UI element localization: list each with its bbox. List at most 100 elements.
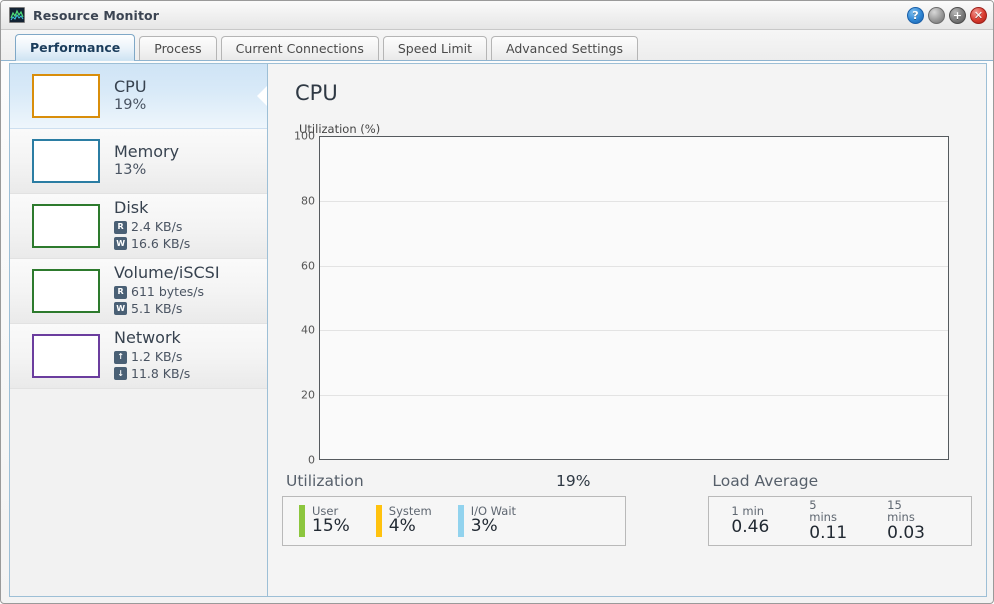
sidebar-item-cpu[interactable]: CPU 19% <box>10 64 267 129</box>
metric-row: R 611 bytes/s <box>114 284 220 300</box>
download-arrow-badge: ↓ <box>114 367 127 381</box>
sidebar-item-text: Volume/iSCSI R 611 bytes/s W 5.1 KB/s <box>114 265 220 316</box>
utilization-item-value: 4% <box>388 516 416 537</box>
cpu-utilization-chart: 100 80 60 40 20 0 <box>291 130 949 467</box>
load-item-1min: 1 min 0.46 <box>731 505 769 537</box>
sidebar-item-label: Network <box>114 328 181 348</box>
tab-label: Advanced Settings <box>506 41 623 56</box>
utilization-item-user: User 15% <box>299 505 350 537</box>
resource-sidebar: CPU 19% Memory 13% Disk R 2.4 KB/s W 16.… <box>9 63 267 597</box>
sidebar-item-text: Network ↑ 1.2 KB/s ↓ 11.8 KB/s <box>114 330 190 381</box>
sidebar-item-label: Volume/iSCSI <box>114 263 220 283</box>
load-average-box: 1 min 0.46 5 mins 0.11 15 mins 0.03 <box>708 496 972 546</box>
tab-label: Speed Limit <box>397 41 472 56</box>
page-title: CPU <box>295 81 338 105</box>
y-tick-label: 60 <box>301 259 315 273</box>
io-wait-color-swatch <box>457 505 464 537</box>
utilization-item-system: System 4% <box>375 505 432 537</box>
load-item-label: 1 min <box>731 504 765 519</box>
tab-current-connections[interactable]: Current Connections <box>220 36 379 60</box>
tab-label: Performance <box>30 40 121 55</box>
utilization-item-text: I/O Wait 3% <box>471 505 516 537</box>
utilization-section: Utilization 19% User 15% System 4% I/O W… <box>282 472 627 546</box>
utilization-item-text: User 15% <box>312 505 350 537</box>
utilization-item-text: System 4% <box>389 505 432 537</box>
load-average-header: Load Average <box>708 472 972 496</box>
user-color-swatch <box>299 505 305 537</box>
stats-row: Utilization 19% User 15% System 4% I/O W… <box>282 472 972 546</box>
chart-plot-area <box>319 136 949 460</box>
network-thumbnail-chart <box>32 334 100 378</box>
metric-row: W 16.6 KB/s <box>114 236 190 252</box>
tab-label: Process <box>154 41 202 56</box>
metric-value: 5.1 KB/s <box>131 300 183 316</box>
help-button[interactable]: ? <box>907 7 924 24</box>
sidebar-item-memory[interactable]: Memory 13% <box>10 129 267 194</box>
sidebar-item-volume-iscsi[interactable]: Volume/iSCSI R 611 bytes/s W 5.1 KB/s <box>10 259 267 324</box>
close-icon: ✕ <box>973 8 984 22</box>
body: CPU 19% Memory 13% Disk R 2.4 KB/s W 16.… <box>9 63 987 597</box>
sidebar-item-label: Disk <box>114 198 149 218</box>
sidebar-item-value: 19% <box>114 96 147 113</box>
metric-value: 611 bytes/s <box>131 284 204 300</box>
cpu-thumbnail-chart <box>32 74 100 118</box>
utilization-header: Utilization 19% <box>282 472 626 496</box>
sidebar-item-disk[interactable]: Disk R 2.4 KB/s W 16.6 KB/s <box>10 194 267 259</box>
tab-advanced-settings[interactable]: Advanced Settings <box>491 36 638 60</box>
gridline <box>320 394 948 396</box>
load-item-label: 15 mins <box>887 498 915 525</box>
utilization-item-value: 3% <box>470 516 498 537</box>
help-icon: ? <box>912 8 919 22</box>
metric-row: ↑ 1.2 KB/s <box>114 349 190 365</box>
tab-performance[interactable]: Performance <box>15 34 136 61</box>
sidebar-item-label: Memory <box>114 141 180 161</box>
tab-speed-limit[interactable]: Speed Limit <box>382 36 487 60</box>
close-button[interactable]: ✕ <box>970 7 987 24</box>
metric-value: 16.6 KB/s <box>131 235 191 251</box>
metric-row: R 2.4 KB/s <box>114 219 190 235</box>
load-item-value: 0.11 <box>809 523 848 544</box>
read-badge: R <box>114 285 127 299</box>
maximize-button[interactable]: + <box>949 7 966 24</box>
metric-value: 11.8 KB/s <box>131 365 191 381</box>
metric-value: 1.2 KB/s <box>131 349 183 365</box>
read-badge: R <box>114 220 127 234</box>
write-badge: W <box>114 302 127 316</box>
disk-thumbnail-chart <box>32 204 100 248</box>
system-color-swatch <box>375 505 382 537</box>
y-tick-label: 100 <box>294 129 315 143</box>
gridline <box>320 201 948 203</box>
utilization-item-io-wait: I/O Wait 3% <box>457 505 516 537</box>
load-item-5mins: 5 mins 0.11 <box>809 499 847 543</box>
volume-thumbnail-chart <box>32 269 100 313</box>
load-average-section: Load Average 1 min 0.46 5 mins 0.11 15 m… <box>708 472 972 546</box>
sidebar-item-network[interactable]: Network ↑ 1.2 KB/s ↓ 11.8 KB/s <box>10 324 267 389</box>
y-tick-label: 40 <box>301 323 315 337</box>
minimize-button[interactable] <box>928 7 945 24</box>
metric-row: ↓ 11.8 KB/s <box>114 366 190 382</box>
y-tick-label: 80 <box>301 194 315 208</box>
utilization-total-value: 19% <box>555 472 591 490</box>
metric-value: 2.4 KB/s <box>131 219 183 235</box>
title-bar: Resource Monitor ? + ✕ <box>1 1 993 30</box>
window-title: Resource Monitor <box>33 7 159 23</box>
y-tick-label: 0 <box>308 453 315 467</box>
load-item-label: 5 mins <box>809 498 837 525</box>
utilization-item-value: 15% <box>312 516 350 537</box>
sidebar-item-text: Disk R 2.4 KB/s W 16.6 KB/s <box>114 200 190 251</box>
resource-monitor-icon <box>9 7 25 23</box>
load-item-value: 0.46 <box>731 517 770 538</box>
memory-thumbnail-chart <box>32 139 100 183</box>
metric-row: W 5.1 KB/s <box>114 301 220 317</box>
y-tick-label: 20 <box>301 388 315 402</box>
upload-arrow-badge: ↑ <box>114 350 127 364</box>
sidebar-item-text: CPU 19% <box>114 78 147 113</box>
utilization-label: Utilization <box>286 472 364 490</box>
tab-process[interactable]: Process <box>139 36 217 60</box>
load-average-label: Load Average <box>712 472 819 490</box>
gridline <box>320 330 948 332</box>
performance-panel: CPU Utilization (%) 100 80 60 40 20 0 Ut… <box>267 63 987 597</box>
window-controls: ? + ✕ <box>907 7 987 24</box>
tab-bar: Performance Process Current Connections … <box>1 30 993 61</box>
gridline <box>320 265 948 267</box>
